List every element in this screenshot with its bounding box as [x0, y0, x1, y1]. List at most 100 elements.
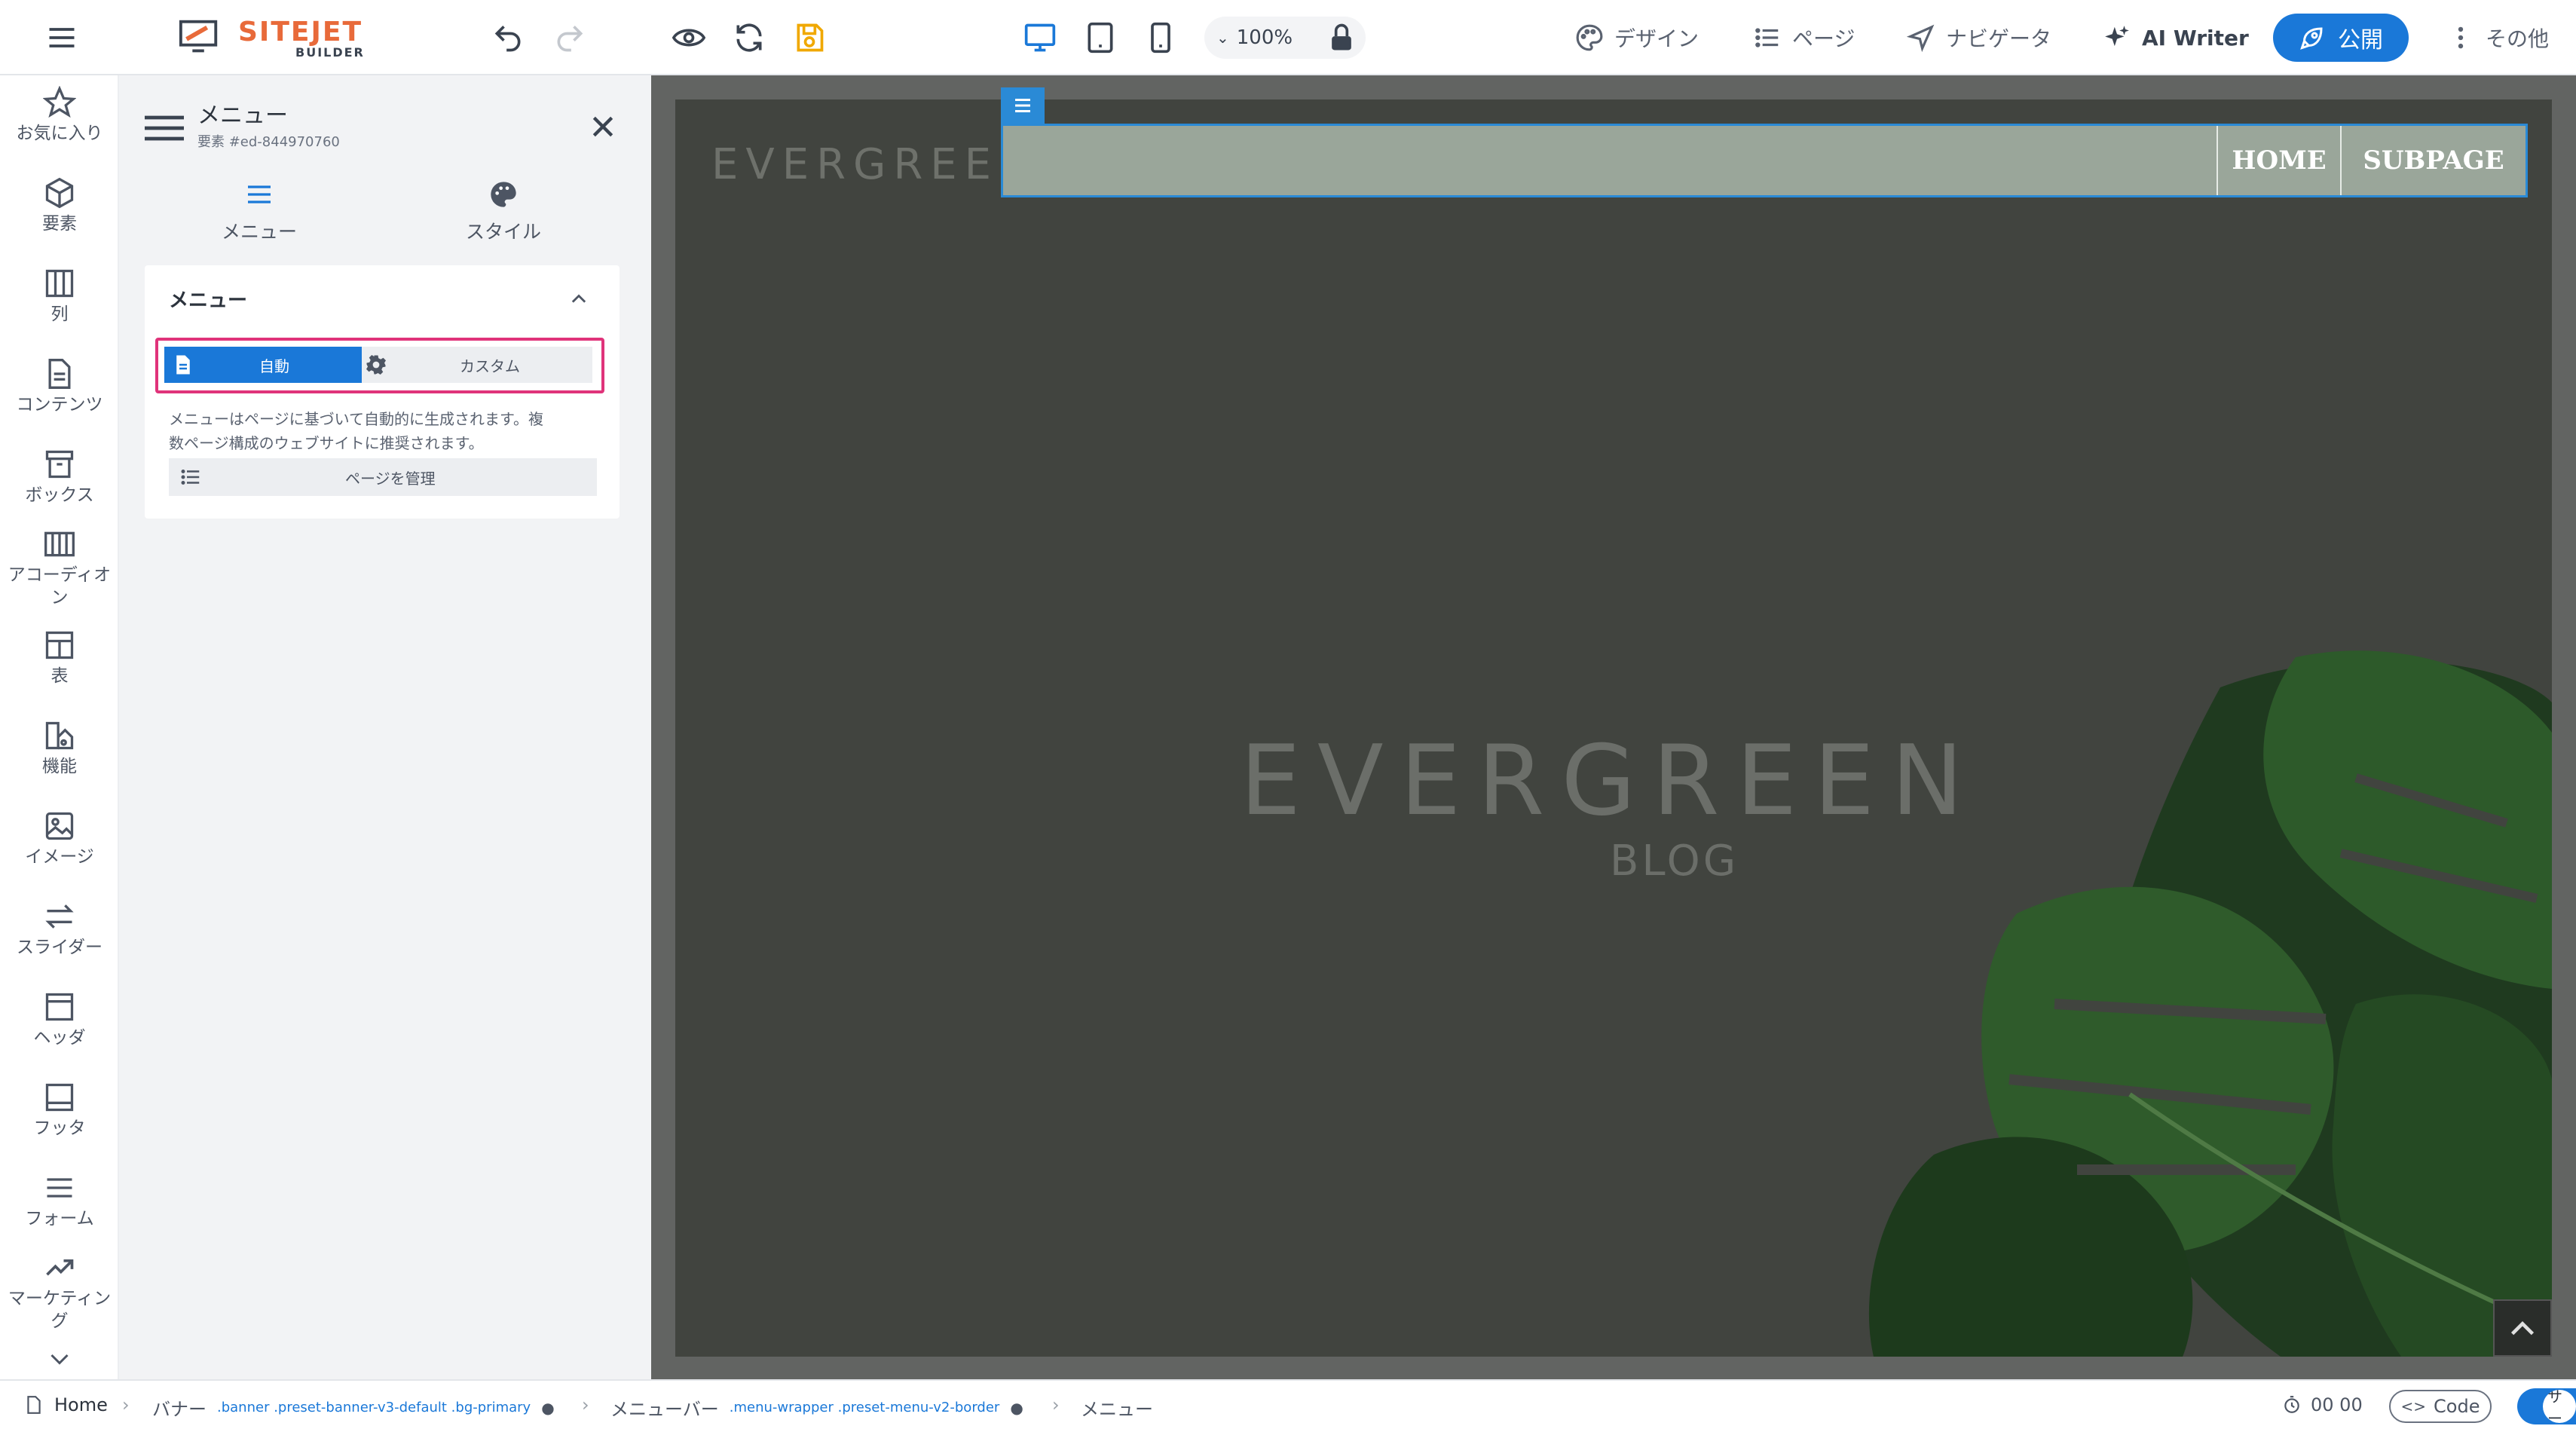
- app-logo-sub: BUILDER: [295, 45, 365, 60]
- desktop-view-icon[interactable]: [1019, 17, 1061, 59]
- chevron-down-icon[interactable]: [42, 1346, 77, 1373]
- ai-writer-menu[interactable]: AI Writer: [2103, 20, 2249, 56]
- timer: 00 00: [2282, 1394, 2363, 1415]
- more-menu[interactable]: その他: [2446, 20, 2549, 56]
- design-menu[interactable]: デザイン: [1575, 20, 1699, 56]
- cube-icon: [45, 177, 74, 209]
- columns-icon: [45, 269, 74, 298]
- description-line: メニューはページに基づいて自動的に生成されます。複: [169, 410, 543, 428]
- sitejet-logo-icon: [178, 18, 222, 57]
- sidebar-item-label: スライダー: [16, 938, 103, 957]
- support-button[interactable]: サー: [2543, 1390, 2576, 1423]
- breadcrumb-menubar[interactable]: メニューバー .menu-wrapper .preset-menu-v2-bor…: [610, 1394, 1023, 1421]
- publish-button[interactable]: 公開: [2273, 14, 2409, 62]
- lock-icon[interactable]: [1320, 17, 1363, 59]
- sidebar-item-box[interactable]: ボックス: [0, 448, 119, 506]
- sidebar-item-columns[interactable]: 列: [0, 267, 119, 326]
- menu-description: メニューはページに基づいて自動的に生成されます。複 数ページ構成のウェブサイトに…: [169, 407, 606, 455]
- nav-link-subpage[interactable]: SUBPAGE: [2340, 126, 2526, 195]
- tab-style[interactable]: スタイル: [383, 179, 624, 244]
- hero-subtitle: BLOG: [1610, 837, 1739, 886]
- design-menu-label: デザイン: [1614, 26, 1699, 51]
- undo-icon[interactable]: [487, 17, 529, 59]
- code-button[interactable]: <> Code: [2389, 1390, 2492, 1423]
- tablet-view-icon[interactable]: [1079, 17, 1121, 59]
- sidebar-item-footer[interactable]: フッタ: [0, 1081, 119, 1140]
- breadcrumb-label: メニュー: [1081, 1399, 1153, 1420]
- menu-settings-card: メニュー 自動 カスタム メニューはページに基づいて自動的に生成されます。複 数…: [145, 265, 620, 519]
- preview-eye-icon[interactable]: [668, 17, 710, 59]
- manage-pages-button[interactable]: ページを管理: [169, 458, 597, 496]
- accordion-icon: [44, 531, 75, 557]
- sidebar-item-label: フッタ: [33, 1118, 86, 1138]
- sidebar-item-table[interactable]: 表: [0, 629, 119, 687]
- ai-writer-label: AI Writer: [2142, 25, 2249, 50]
- list-icon: [181, 470, 200, 485]
- close-icon[interactable]: [588, 112, 618, 142]
- chevron-up-icon[interactable]: [565, 288, 592, 309]
- chevron-right-icon: ›: [122, 1394, 130, 1415]
- breadcrumb-home[interactable]: Home: [24, 1394, 108, 1415]
- page-icon: [176, 355, 190, 375]
- breadcrumb-label: バナー: [152, 1399, 207, 1420]
- hamburger-menu-icon[interactable]: [41, 17, 83, 59]
- sidebar-item-slider[interactable]: スライダー: [0, 900, 119, 959]
- custom-mode-button[interactable]: カスタム: [362, 347, 592, 383]
- menu-element-handle[interactable]: [1001, 87, 1045, 124]
- publish-label: 公開: [2338, 27, 2383, 54]
- sidebar-item-label: フォーム: [25, 1209, 94, 1229]
- sidebar-item-marketing[interactable]: マーケティング: [0, 1251, 119, 1333]
- sidebar-item-elements[interactable]: 要素: [0, 176, 119, 235]
- description-line: 数ページ構成のウェブサイトに推奨されます。: [169, 434, 484, 452]
- element-sidebar: お気に入り 要素 列 コンテンツ ボックス アコーディオン 表 機能 イメージ …: [0, 75, 119, 1379]
- star-icon: [43, 86, 76, 118]
- refresh-icon[interactable]: [728, 17, 770, 59]
- sidebar-item-label: コンテンツ: [16, 395, 103, 415]
- box-icon: [45, 450, 74, 479]
- navigator-menu[interactable]: ナビゲータ: [1907, 20, 2051, 56]
- tab-menu[interactable]: メニュー: [139, 179, 380, 244]
- image-icon: [45, 812, 74, 840]
- sidebar-item-label: お気に入り: [16, 124, 103, 143]
- mobile-view-icon[interactable]: [1140, 17, 1182, 59]
- manage-pages-label: ページを管理: [345, 469, 436, 488]
- rocket-icon: [2300, 27, 2323, 50]
- breadcrumb-banner[interactable]: バナー .banner .preset-banner-v3-default .b…: [152, 1394, 555, 1421]
- pages-menu[interactable]: ページ: [1753, 20, 1855, 56]
- auto-mode-label: 自動: [259, 356, 289, 375]
- sidebar-item-accordion[interactable]: アコーディオン: [0, 528, 119, 609]
- status-bar: Home › バナー .banner .preset-banner-v3-def…: [0, 1379, 2576, 1429]
- slider-icon: [45, 904, 74, 929]
- nav-link-home[interactable]: HOME: [2217, 126, 2340, 195]
- panel-title: メニュー: [197, 103, 288, 129]
- sidebar-item-form[interactable]: フォーム: [0, 1171, 119, 1230]
- palette-icon: [491, 182, 516, 207]
- selected-menu-bar[interactable]: HOME SUBPAGE: [1001, 124, 2528, 197]
- website-preview-canvas[interactable]: EVERGREEN EVERGREEN BLOG: [675, 99, 2552, 1357]
- sidebar-item-label: 表: [50, 666, 69, 686]
- sidebar-item-functions[interactable]: 機能: [0, 719, 119, 778]
- chevron-right-icon: ›: [1052, 1394, 1060, 1415]
- navigator-menu-label: ナビゲータ: [1946, 26, 2052, 51]
- sidebar-item-header[interactable]: ヘッダ: [0, 990, 119, 1049]
- sidebar-item-content[interactable]: コンテンツ: [0, 357, 119, 416]
- sidebar-item-label: アコーディオン: [8, 565, 112, 607]
- save-icon[interactable]: [788, 17, 831, 59]
- breadcrumb-menu[interactable]: メニュー: [1081, 1394, 1153, 1421]
- palette-icon: ●: [1010, 1398, 1023, 1417]
- table-icon: [45, 631, 74, 659]
- auto-mode-button[interactable]: 自動: [164, 347, 362, 383]
- sidebar-item-favorites[interactable]: お気に入り: [0, 86, 119, 145]
- scroll-to-top-button[interactable]: [2493, 1299, 2552, 1357]
- sidebar-item-image[interactable]: イメージ: [0, 809, 119, 868]
- chevron-right-icon: ›: [582, 1394, 589, 1415]
- hero-title: EVERGREEN: [1240, 725, 1980, 837]
- functions-icon: [45, 721, 74, 750]
- sidebar-item-label: ボックス: [25, 485, 94, 505]
- menu-element-icon: [143, 113, 185, 143]
- more-label: その他: [2486, 26, 2550, 51]
- redo-icon[interactable]: [549, 17, 591, 59]
- sidebar-item-label: 列: [50, 304, 69, 324]
- site-logo[interactable]: EVERGREEN: [711, 140, 1038, 189]
- menu-icon: [1015, 99, 1030, 112]
